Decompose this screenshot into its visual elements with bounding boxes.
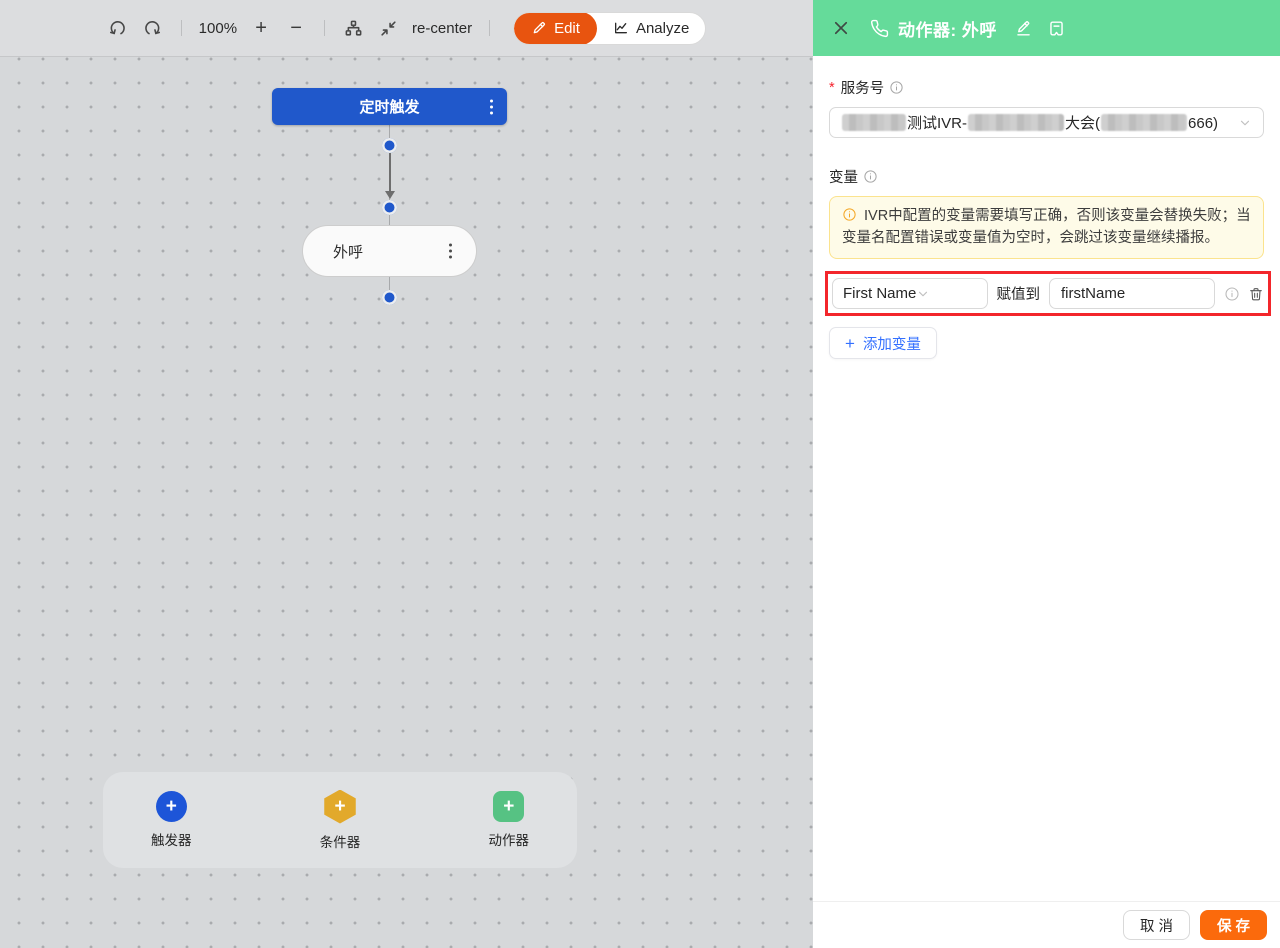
trigger-node-label: 定时触发 <box>359 99 420 116</box>
variables-label: 变量 <box>829 170 858 186</box>
zoom-level: 100% <box>198 19 238 37</box>
close-icon[interactable] <box>830 17 852 39</box>
divider <box>180 20 182 36</box>
chevron-down-icon <box>1238 116 1252 130</box>
palette-action-label: 动作器 <box>488 833 530 848</box>
zoom-out-button[interactable]: − <box>285 18 307 38</box>
annotation-highlight-box: First Name 赋值到 <box>825 271 1271 316</box>
config-panel: 动作器: 外呼 * 服务号 测试IVR- 大会(666) 变量 IVR中配置的… <box>813 0 1280 948</box>
action-node[interactable]: 外呼 <box>302 225 477 277</box>
rename-icon[interactable] <box>1013 18 1034 39</box>
panel-header: 动作器: 外呼 <box>813 0 1280 56</box>
node-palette: + 触发器 + 条件器 + 动作器 <box>103 772 577 868</box>
analyze-mode-label: Analyze <box>635 19 690 37</box>
trigger-node[interactable]: 定时触发 <box>272 88 507 125</box>
redo-icon[interactable] <box>142 17 164 39</box>
info-icon[interactable] <box>889 80 904 95</box>
plus-icon: + <box>845 333 855 353</box>
canvas-toolbar: 100% + − re-center Edit Analyze <box>0 0 813 57</box>
save-button[interactable]: 保 存 <box>1199 910 1267 940</box>
flow-arrowhead <box>384 191 395 199</box>
fit-view-icon[interactable] <box>377 17 399 39</box>
divider <box>489 20 491 36</box>
analyze-mode-button[interactable]: Analyze <box>597 20 705 37</box>
row-info-icon[interactable] <box>1224 286 1240 302</box>
alert-text: IVR中配置的变量需要填写正确，否则该变量会替换失败；当变量名配置错误或变量值为… <box>842 208 1251 246</box>
edit-mode-button[interactable]: Edit <box>514 12 597 44</box>
redacted-text <box>1101 114 1188 131</box>
service-number-select[interactable]: 测试IVR- 大会(666) <box>829 107 1264 138</box>
recenter-button[interactable]: re-center <box>412 20 472 37</box>
palette-item-condition[interactable]: + 条件器 <box>319 789 361 851</box>
variable-select-value: First Name <box>843 285 917 302</box>
service-number-label-row: * 服务号 <box>829 77 1264 98</box>
info-icon[interactable] <box>863 169 878 184</box>
service-number-label: 服务号 <box>840 81 885 97</box>
add-variable-button[interactable]: + 添加变量 <box>829 327 937 359</box>
add-variable-label: 添加变量 <box>862 336 921 353</box>
flow-arrow <box>389 153 391 193</box>
alert-info-icon <box>842 207 857 222</box>
connector-port[interactable] <box>382 138 397 153</box>
palette-trigger-label: 触发器 <box>151 833 192 848</box>
add-action-icon[interactable]: + <box>493 791 525 822</box>
chevron-down-icon <box>916 287 930 301</box>
more-menu-icon[interactable] <box>490 99 493 114</box>
notes-icon[interactable] <box>1046 18 1067 39</box>
variables-label-row: 变量 <box>829 166 1264 187</box>
connector-port[interactable] <box>382 200 397 215</box>
variable-value-input[interactable] <box>1049 278 1215 309</box>
app-window: 100% + − re-center Edit Analyze 定时触发 外呼 … <box>0 0 1280 948</box>
zoom-in-button[interactable]: + <box>250 18 272 38</box>
more-menu-icon[interactable] <box>449 243 452 259</box>
undo-icon[interactable] <box>107 17 129 39</box>
variables-alert: IVR中配置的变量需要填写正确，否则该变量会替换失败；当变量名配置错误或变量值为… <box>829 196 1264 259</box>
assign-to-label: 赋值到 <box>996 287 1041 303</box>
add-trigger-icon[interactable]: + <box>155 791 187 822</box>
panel-footer: 取 消 保 存 <box>813 901 1280 948</box>
cancel-button[interactable]: 取 消 <box>1122 910 1190 940</box>
service-number-value: 测试IVR- 大会(666) <box>841 112 1238 133</box>
redacted-text <box>968 114 1065 131</box>
chart-icon <box>614 22 627 34</box>
required-mark: * <box>829 79 835 96</box>
variable-select[interactable]: First Name <box>832 278 988 309</box>
mode-segmented-control: Edit Analyze <box>513 11 707 45</box>
auto-layout-icon[interactable] <box>342 17 364 39</box>
phone-icon <box>869 18 890 39</box>
palette-item-trigger[interactable]: + 触发器 <box>151 791 192 849</box>
add-condition-icon[interactable]: + <box>324 789 356 824</box>
divider <box>324 20 326 36</box>
pencil-icon <box>533 21 546 34</box>
connector-port[interactable] <box>382 290 397 305</box>
flow-canvas[interactable]: 定时触发 外呼 + 触发器 + 条件器 + 动作器 <box>0 57 813 948</box>
flow-canvas-column: 100% + − re-center Edit Analyze 定时触发 外呼 … <box>0 0 813 948</box>
palette-condition-label: 条件器 <box>319 834 361 850</box>
panel-body: * 服务号 测试IVR- 大会(666) 变量 IVR中配置的变量需要填写正确… <box>813 56 1280 901</box>
edit-mode-label: Edit <box>554 19 580 37</box>
redacted-text <box>842 114 906 131</box>
delete-row-icon[interactable] <box>1248 286 1264 302</box>
panel-title: 动作器: 外呼 <box>898 20 997 40</box>
palette-item-action[interactable]: + 动作器 <box>488 791 530 849</box>
action-node-label: 外呼 <box>333 243 364 261</box>
